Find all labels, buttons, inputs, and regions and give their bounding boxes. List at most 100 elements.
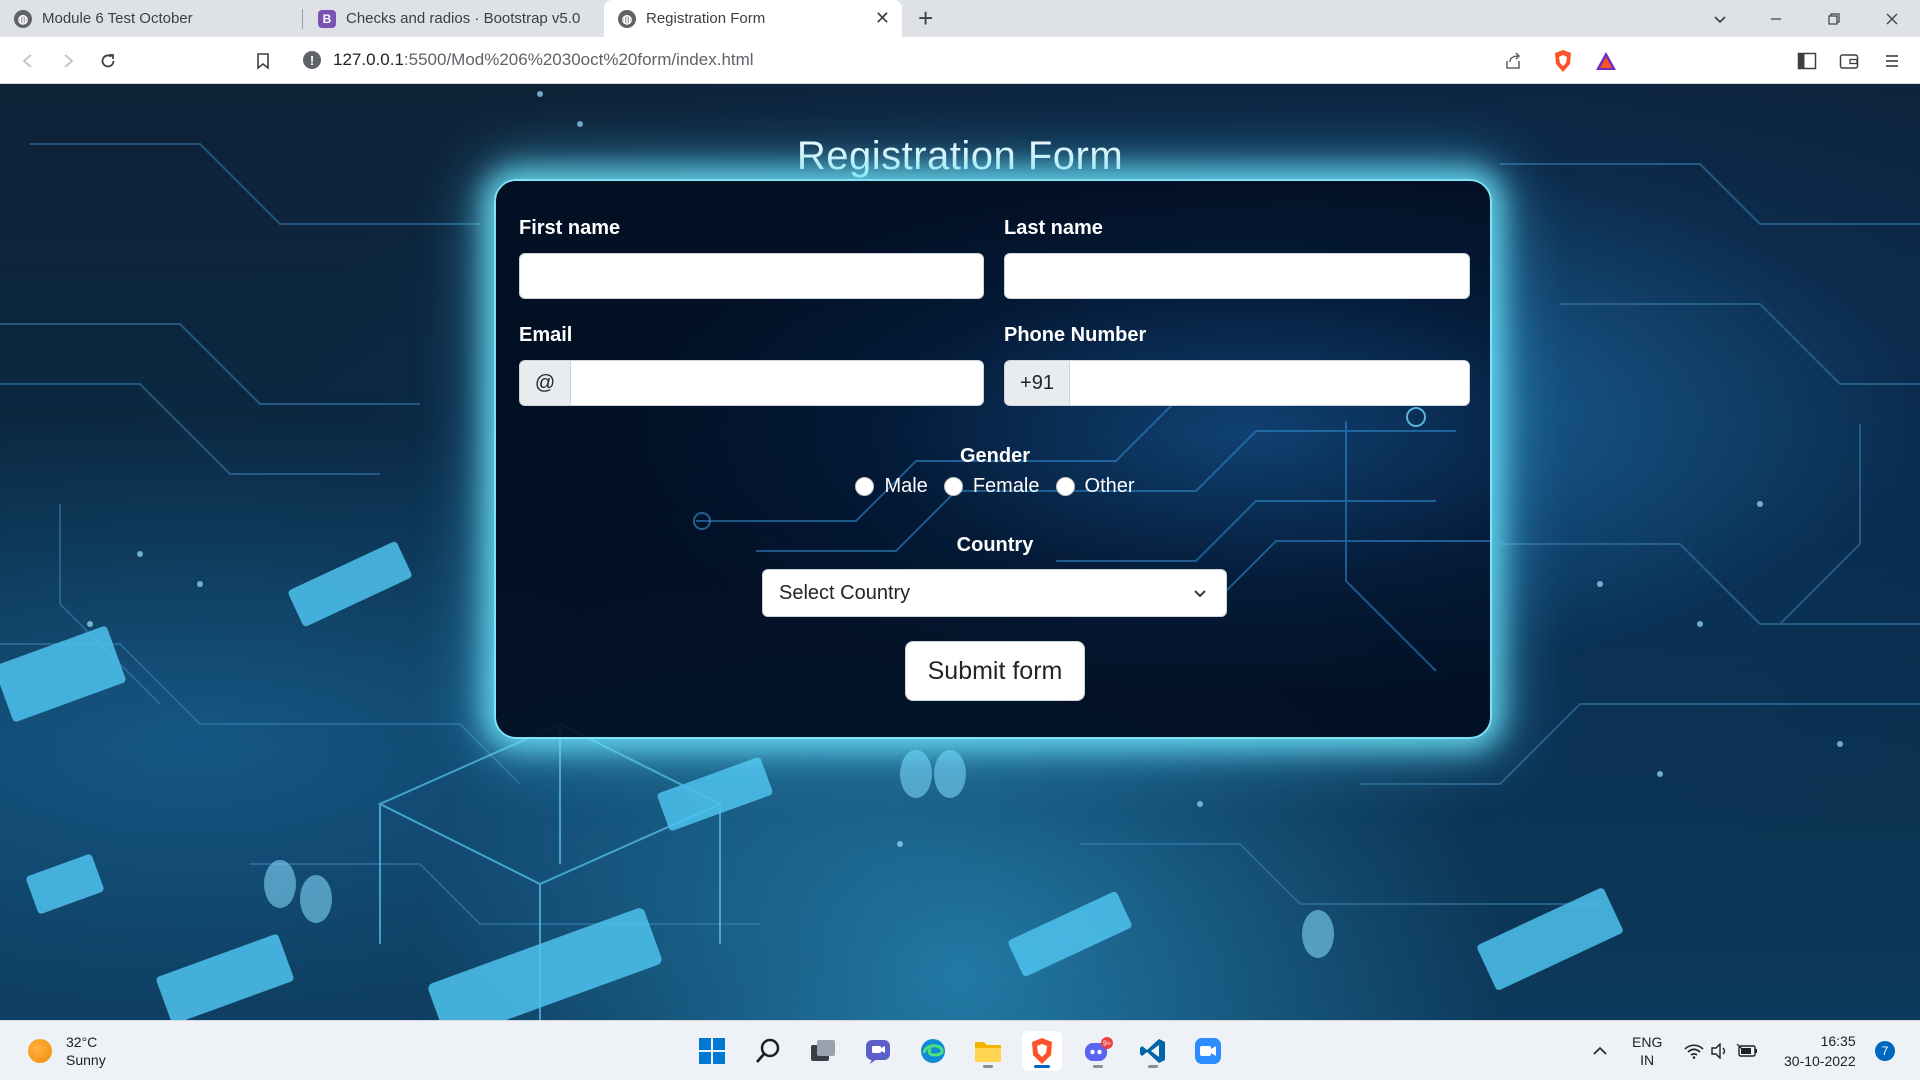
tab-checks-and-radios[interactable]: B Checks and radios · Bootstrap v5.0: [304, 0, 604, 37]
tab-title: Module 6 Test October: [42, 10, 193, 27]
brave-browser-button[interactable]: [1022, 1031, 1062, 1071]
submit-form-button[interactable]: Submit form: [905, 641, 1085, 701]
brave-shields-icon[interactable]: [1551, 49, 1575, 73]
file-explorer-button[interactable]: [968, 1031, 1008, 1071]
region-code: IN: [1640, 1052, 1655, 1068]
radio-button[interactable]: [1055, 477, 1075, 496]
search-icon: [755, 1038, 780, 1063]
first-name-input[interactable]: [519, 253, 984, 299]
discord-icon: 9+: [1085, 1037, 1113, 1061]
wallet-icon[interactable]: [1837, 49, 1861, 73]
email-at-addon: @: [519, 360, 571, 406]
search-button[interactable]: [748, 1031, 788, 1071]
tab-module-6-test[interactable]: ◍ Module 6 Test October: [0, 0, 300, 37]
gender-option-male[interactable]: Male: [855, 475, 928, 498]
close-window-button[interactable]: [1864, 0, 1920, 37]
edge-button[interactable]: [913, 1031, 953, 1071]
battery-icon: [1736, 1043, 1757, 1057]
tab-registration-form[interactable]: ◍ Registration Form ✕: [604, 0, 902, 37]
windows-icon: [699, 1038, 725, 1064]
tab-title: Checks and radios · Bootstrap v5.0: [346, 10, 581, 27]
task-view-icon: [811, 1040, 835, 1061]
bootstrap-icon: B: [318, 9, 336, 28]
vscode-button[interactable]: [1133, 1031, 1173, 1071]
teams-chat-button[interactable]: [858, 1031, 898, 1071]
back-button[interactable]: [14, 47, 42, 75]
first-name-label: First name: [519, 217, 621, 239]
notification-badge: 7: [1875, 1041, 1895, 1061]
edge-icon: [921, 1039, 945, 1063]
chevron-up-icon: [1593, 1046, 1607, 1055]
new-tab-button[interactable]: +: [918, 4, 933, 32]
country-select[interactable]: Select Country: [762, 569, 1227, 617]
radio-label: Other: [1084, 475, 1135, 497]
radio-button[interactable]: [943, 477, 963, 496]
globe-icon: ◍: [14, 9, 32, 28]
forward-button[interactable]: [54, 47, 82, 75]
phone-input[interactable]: [1069, 360, 1470, 406]
running-indicator: [1093, 1065, 1103, 1068]
clock-time: 16:35: [1820, 1033, 1856, 1049]
site-info-icon[interactable]: !: [303, 51, 321, 69]
country-label: Country: [956, 534, 1034, 556]
wifi-icon: [1684, 1044, 1704, 1059]
minimize-button[interactable]: [1748, 0, 1804, 37]
globe-icon: ◍: [618, 9, 636, 28]
url-bar[interactable]: ! 127.0.0.1:5500/Mod%206%2030oct%20form/…: [293, 43, 1523, 77]
gender-label: Gender: [959, 445, 1031, 467]
gender-radio-group: Male Female Other: [496, 475, 1490, 498]
zoom-button[interactable]: [1188, 1031, 1228, 1071]
notification-center[interactable]: 7: [1875, 1021, 1895, 1080]
running-indicator: [983, 1065, 993, 1068]
sidebar-toggle-icon[interactable]: [1795, 49, 1819, 73]
chevron-down-icon: [1192, 584, 1208, 607]
task-view-button[interactable]: [803, 1031, 843, 1071]
clock[interactable]: 16:35 30-10-2022: [1784, 1021, 1856, 1080]
tab-separator: [302, 9, 303, 29]
brave-rewards-icon[interactable]: [1594, 49, 1618, 73]
start-button[interactable]: [692, 1031, 732, 1071]
last-name-label: Last name: [1004, 217, 1103, 239]
radio-label: Male: [884, 475, 928, 497]
folder-icon: [975, 1042, 1001, 1062]
zoom-icon: [1195, 1038, 1221, 1064]
gender-option-female[interactable]: Female: [943, 475, 1040, 498]
weather-description: Sunny: [66, 1052, 106, 1068]
restore-button[interactable]: [1806, 0, 1862, 37]
running-indicator: [1148, 1065, 1158, 1068]
email-input[interactable]: [570, 360, 984, 406]
bookmark-icon[interactable]: [249, 47, 277, 75]
country-select-value: Select Country: [779, 581, 911, 604]
tab-search-chevron-icon[interactable]: [1692, 0, 1748, 37]
weather-widget[interactable]: 32°C Sunny: [28, 1033, 106, 1069]
gender-option-other[interactable]: Other: [1055, 475, 1135, 498]
last-name-input[interactable]: [1004, 253, 1470, 299]
clock-date: 30-10-2022: [1784, 1053, 1856, 1069]
url-text: 127.0.0.1:5500/Mod%206%2030oct%20form/in…: [333, 50, 754, 69]
svg-text:9+: 9+: [1103, 1041, 1111, 1048]
tab-title: Registration Form: [646, 10, 766, 27]
phone-country-code-addon: +91: [1004, 360, 1070, 406]
quick-settings[interactable]: [1684, 1021, 1758, 1080]
phone-label: Phone Number: [1004, 324, 1147, 346]
reload-button[interactable]: [94, 47, 122, 75]
language-indicator[interactable]: ENG IN: [1632, 1021, 1662, 1080]
address-toolbar: ! 127.0.0.1:5500/Mod%206%2030oct%20form/…: [0, 37, 1920, 84]
active-indicator: [1034, 1065, 1050, 1068]
show-hidden-icons-chevron[interactable]: [1592, 1021, 1608, 1080]
email-label: Email: [519, 324, 573, 346]
menu-icon[interactable]: [1880, 49, 1904, 73]
page-title: Registration Form: [796, 134, 1124, 178]
radio-button[interactable]: [855, 477, 875, 496]
close-tab-icon[interactable]: ✕: [875, 8, 890, 29]
teams-chat-icon: [866, 1040, 890, 1064]
volume-icon: [1711, 1043, 1726, 1059]
vscode-icon: [1140, 1039, 1165, 1063]
discord-button[interactable]: 9+: [1078, 1031, 1118, 1071]
weather-temperature: 32°C: [66, 1034, 98, 1050]
page-viewport: Registration Form First name Last name E…: [0, 84, 1920, 1020]
sun-icon: [28, 1039, 52, 1063]
browser-tab-bar: ◍ Module 6 Test October B Checks and rad…: [0, 0, 1920, 37]
language-code: ENG: [1632, 1034, 1663, 1050]
share-icon[interactable]: [1502, 49, 1526, 73]
